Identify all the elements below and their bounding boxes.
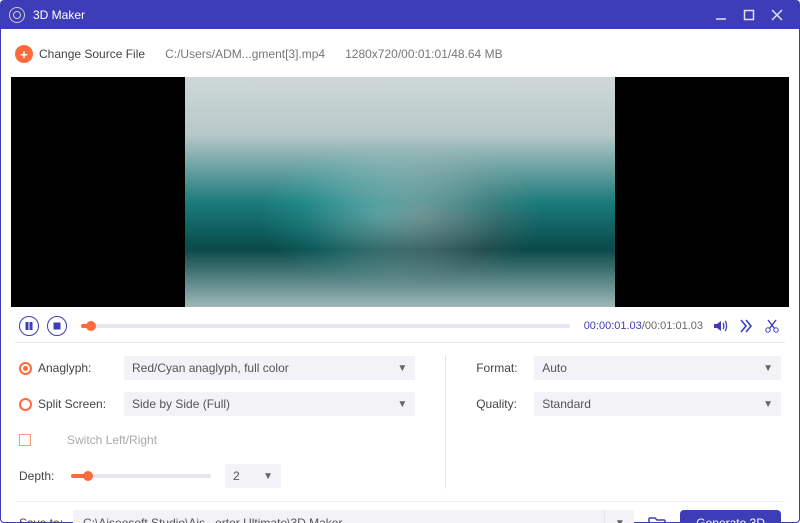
quality-row: Quality: Standard▼ — [476, 391, 781, 417]
change-source-button[interactable]: + Change Source File — [15, 45, 145, 63]
format-dropdown[interactable]: Auto▼ — [534, 356, 781, 380]
playback-bar: 00:00:01.03/00:01:01.03 — [15, 315, 785, 343]
video-preview[interactable] — [11, 77, 789, 307]
chevron-down-icon: ▼ — [763, 399, 773, 410]
switch-lr-label: Switch Left/Right — [67, 433, 157, 447]
timecode: 00:00:01.03/00:01:01.03 — [584, 320, 703, 332]
chevron-down-icon: ▼ — [263, 471, 273, 482]
save-path-text: C:\Aiseesoft Studio\Ais...erter Ultimate… — [73, 516, 604, 523]
window-title: 3D Maker — [33, 8, 85, 22]
depth-row: Depth: 2▼ — [19, 463, 415, 489]
format-row: Format: Auto▼ — [476, 355, 781, 381]
switch-lr-row: Switch Left/Right — [19, 427, 415, 453]
maximize-button[interactable] — [735, 1, 763, 29]
chevron-down-icon: ▼ — [397, 399, 407, 410]
format-label: Format: — [476, 361, 526, 375]
chevron-down-icon: ▼ — [763, 363, 773, 374]
depth-slider[interactable] — [71, 474, 211, 478]
chevron-down-icon: ▼ — [397, 363, 407, 374]
save-path-dropdown[interactable]: ▼ — [604, 510, 634, 523]
quality-label: Quality: — [476, 397, 526, 411]
cut-button[interactable] — [763, 317, 781, 335]
settings-panel: Anaglyph: Red/Cyan anaglyph, full color▼… — [15, 351, 785, 489]
close-button[interactable] — [763, 1, 791, 29]
switch-lr-checkbox[interactable] — [19, 434, 31, 446]
split-screen-radio[interactable] — [19, 398, 32, 411]
split-screen-dropdown[interactable]: Side by Side (Full)▼ — [124, 392, 415, 416]
generate-3d-button[interactable]: Generate 3D — [680, 510, 781, 523]
depth-dropdown[interactable]: 2▼ — [225, 464, 281, 488]
pause-button[interactable] — [19, 316, 39, 336]
anaglyph-dropdown[interactable]: Red/Cyan anaglyph, full color▼ — [124, 356, 415, 380]
total-time: 00:01:01.03 — [645, 320, 703, 332]
snapshot-button[interactable] — [737, 317, 755, 335]
open-folder-button[interactable] — [644, 510, 670, 523]
split-screen-row: Split Screen: Side by Side (Full)▼ — [19, 391, 415, 417]
app-icon — [9, 7, 25, 23]
current-time: 00:00:01.03 — [584, 320, 642, 332]
titlebar[interactable]: 3D Maker — [1, 1, 799, 29]
seek-slider[interactable] — [81, 324, 570, 328]
depth-label: Depth: — [19, 469, 63, 483]
source-file-meta: 1280x720/00:01:01/48.64 MB — [345, 47, 502, 61]
quality-dropdown[interactable]: Standard▼ — [534, 392, 781, 416]
anaglyph-label: Anaglyph: — [38, 361, 116, 375]
plus-icon: + — [15, 45, 33, 63]
stop-button[interactable] — [47, 316, 67, 336]
minimize-button[interactable] — [707, 1, 735, 29]
anaglyph-radio[interactable] — [19, 362, 32, 375]
footer: Save to: C:\Aiseesoft Studio\Ais...erter… — [15, 501, 785, 523]
anaglyph-row: Anaglyph: Red/Cyan anaglyph, full color▼ — [19, 355, 415, 381]
change-source-label: Change Source File — [39, 47, 145, 61]
save-to-label: Save to: — [19, 516, 63, 523]
split-screen-label: Split Screen: — [38, 397, 116, 411]
save-path-field: C:\Aiseesoft Studio\Ais...erter Ultimate… — [73, 510, 634, 523]
video-content — [185, 77, 615, 307]
volume-button[interactable] — [711, 317, 729, 335]
source-bar: + Change Source File C:/Users/ADM...gmen… — [15, 39, 785, 69]
column-separator — [445, 355, 446, 489]
source-file-path: C:/Users/ADM...gment[3].mp4 — [165, 47, 325, 61]
